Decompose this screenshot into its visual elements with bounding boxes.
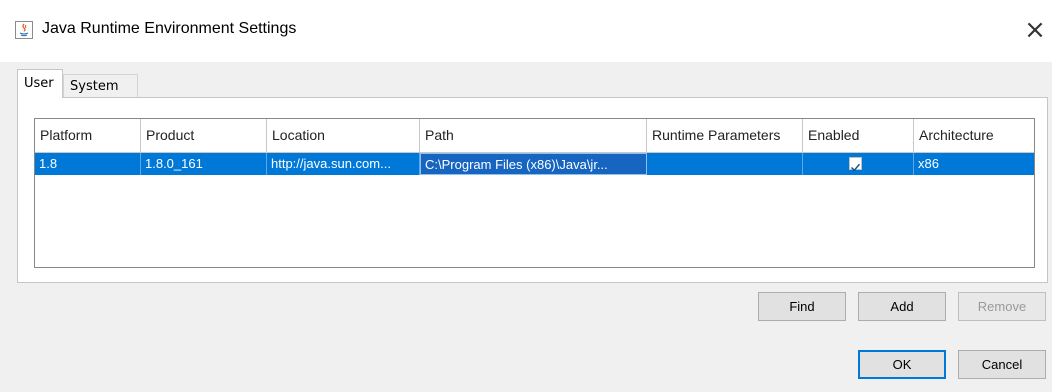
cell-product[interactable]: 1.8.0_161 bbox=[141, 153, 267, 175]
checkmark-icon bbox=[850, 163, 861, 172]
find-button[interactable]: Find bbox=[758, 292, 846, 321]
table-row[interactable]: 1.8 1.8.0_161 http://java.sun.com... C:\… bbox=[35, 153, 1034, 175]
column-header-path[interactable]: Path bbox=[420, 119, 647, 152]
cell-enabled[interactable] bbox=[803, 153, 914, 175]
title-bar: Java Runtime Environment Settings × bbox=[0, 0, 1052, 62]
column-header-product[interactable]: Product bbox=[141, 119, 267, 152]
add-button[interactable]: Add bbox=[858, 292, 946, 321]
column-header-architecture[interactable]: Architecture bbox=[914, 119, 1034, 152]
cell-runtime-parameters[interactable] bbox=[647, 153, 803, 175]
cell-location[interactable]: http://java.sun.com... bbox=[267, 153, 420, 175]
close-icon[interactable]: × bbox=[1020, 13, 1050, 47]
java-icon bbox=[15, 21, 33, 39]
column-header-runtime-parameters[interactable]: Runtime Parameters bbox=[647, 119, 803, 152]
cancel-button[interactable]: Cancel bbox=[958, 350, 1046, 379]
column-header-location[interactable]: Location bbox=[267, 119, 420, 152]
tab-user[interactable]: User bbox=[17, 69, 63, 98]
tab-system[interactable]: System bbox=[63, 74, 138, 98]
column-header-platform[interactable]: Platform bbox=[35, 119, 141, 152]
table-header: Platform Product Location Path Runtime P… bbox=[35, 119, 1034, 153]
ok-button[interactable]: OK bbox=[858, 350, 946, 379]
column-header-enabled[interactable]: Enabled bbox=[803, 119, 914, 152]
cell-path[interactable]: C:\Program Files (x86)\Java\jr... bbox=[420, 153, 647, 175]
window-title: Java Runtime Environment Settings bbox=[42, 20, 297, 37]
cell-architecture[interactable]: x86 bbox=[914, 153, 1034, 175]
cell-platform[interactable]: 1.8 bbox=[35, 153, 141, 175]
jre-table: Platform Product Location Path Runtime P… bbox=[34, 118, 1035, 268]
remove-button[interactable]: Remove bbox=[958, 292, 1046, 321]
enabled-checkbox[interactable] bbox=[849, 157, 862, 172]
